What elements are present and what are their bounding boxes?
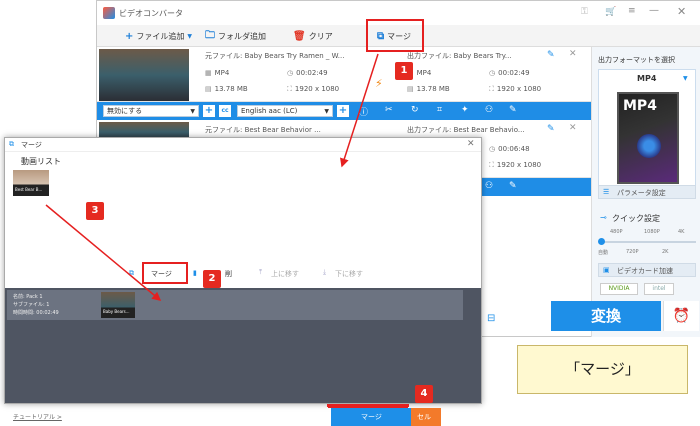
- step-badge-3: 3: [86, 202, 104, 220]
- arrow-step-1: [340, 53, 379, 168]
- dialog-merge-label: マージ: [361, 413, 382, 421]
- dialog-merge-button[interactable]: マージ: [331, 408, 411, 426]
- dialog-cancel-label: セル: [417, 413, 431, 421]
- step-badge-2: 2: [203, 270, 221, 288]
- caption-box: 「マージ」: [517, 345, 688, 394]
- step-badge-4: 4: [415, 385, 433, 403]
- tutorial-link[interactable]: チュートリアル >: [13, 412, 62, 421]
- dialog-cancel-button[interactable]: セル: [411, 408, 441, 426]
- step-badge-1: 1: [395, 62, 413, 80]
